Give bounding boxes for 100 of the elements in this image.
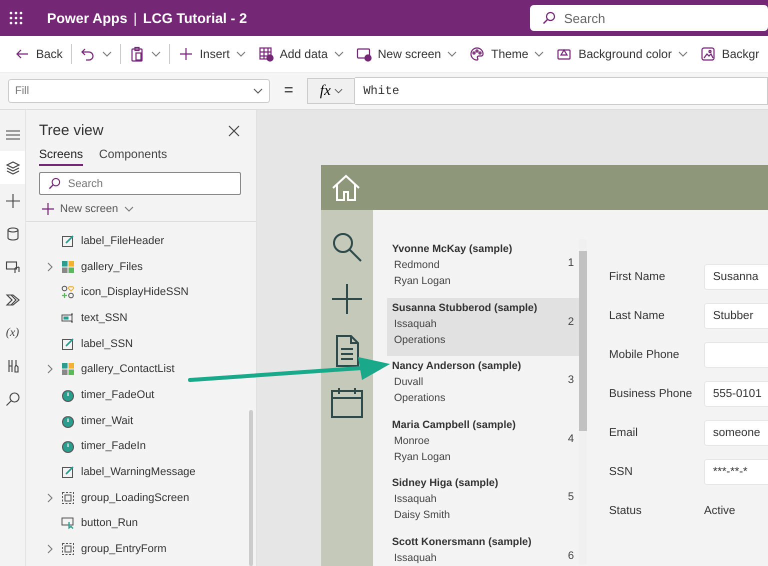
form-field[interactable]: Susanna <box>704 264 768 290</box>
form-label: Mobile Phone <box>609 348 680 360</box>
group-control-icon <box>61 542 75 556</box>
form-value: Active <box>704 504 736 516</box>
image-button[interactable]: Backgr <box>694 40 766 68</box>
chevron-down-icon <box>124 206 134 212</box>
timer-control-icon <box>61 414 75 428</box>
tree-item[interactable]: gallery_Files <box>26 254 256 280</box>
label-control-icon <box>61 234 75 248</box>
chevron-down-icon <box>150 51 161 57</box>
icon-control-icon <box>61 285 75 300</box>
paint-button[interactable]: Background color <box>550 40 694 68</box>
contact-name: Maria Campbell (sample) <box>392 418 517 431</box>
table-icon <box>258 46 274 62</box>
gallery-item[interactable]: Yvonne McKay (sample) Redmond Ryan Logan 1 <box>387 239 579 298</box>
chevron-down-icon <box>534 51 544 57</box>
tree-item[interactable]: label_FileHeader <box>26 228 256 254</box>
gallery-item[interactable]: Sidney Higa (sample) Issaquah Daisy Smith 5 <box>387 473 579 532</box>
gallery-item[interactable]: Maria Campbell (sample) Monroe Ryan Logan 4 <box>387 414 579 474</box>
form-field[interactable]: Stubber <box>704 302 768 328</box>
media-icon <box>4 258 20 274</box>
panel-tab[interactable]: Components <box>99 147 168 166</box>
form-label: First Name <box>609 270 666 282</box>
tree-item[interactable]: label_SSN <box>26 330 256 356</box>
chevron-right-icon[interactable] <box>47 492 53 503</box>
paste-icon <box>128 46 145 62</box>
label-control-icon <box>61 465 75 480</box>
search-icon <box>48 177 61 190</box>
contact-detail: Daisy Smith <box>393 509 452 522</box>
form-label: SSN <box>609 466 634 478</box>
property-dropdown[interactable]: Fill <box>8 79 270 103</box>
contact-detail: Operations <box>393 334 446 346</box>
tree-item[interactable]: timer_FadeIn <box>26 434 256 460</box>
tree-icon <box>4 160 20 176</box>
chevron-right-icon[interactable] <box>47 364 53 374</box>
image-icon <box>700 46 716 62</box>
title-separator: | <box>133 10 138 26</box>
button-control-icon <box>61 516 75 530</box>
contact-detail: Operations <box>393 392 446 404</box>
plus-icon[interactable] <box>330 282 364 316</box>
automate-icon <box>4 292 20 308</box>
tree-item[interactable]: button_Run <box>26 510 256 536</box>
close-icon[interactable] <box>228 124 240 136</box>
calendar-icon[interactable] <box>330 386 364 420</box>
form-field[interactable]: 555-0101 <box>704 380 768 406</box>
tree-item[interactable]: label_WarningMessage <box>26 459 256 485</box>
tree-item[interactable]: text_SSN <box>26 305 256 331</box>
app-title: Power Apps <box>47 10 128 26</box>
form-field[interactable]: someone <box>704 420 768 446</box>
back-button[interactable]: Back <box>8 40 69 68</box>
form-label: Business Phone <box>609 388 694 400</box>
contact-city: Redmond <box>393 259 441 271</box>
panel-tab[interactable]: Screens <box>39 147 84 166</box>
search-icon <box>4 390 20 406</box>
contact-city: Duvall <box>393 376 424 388</box>
contact-name: Scott Konersmann (sample) <box>392 536 532 548</box>
gallery-item[interactable]: Nancy Anderson (sample) Duvall Operations 3 <box>387 356 579 415</box>
form-field[interactable] <box>704 342 768 368</box>
contact-name: Sidney Higa (sample) <box>392 477 500 490</box>
new-screen-button[interactable]: New screen <box>26 195 134 221</box>
tree-item[interactable]: gallery_ContactList <box>26 356 256 382</box>
item-number: 6 <box>568 550 574 562</box>
plus-icon <box>4 192 20 208</box>
tree-item[interactable]: group_EntryForm <box>26 536 256 562</box>
table-button[interactable]: Add data <box>252 40 350 68</box>
form-label: Email <box>609 426 639 438</box>
palette-icon <box>469 46 486 62</box>
form-field[interactable]: ***-**-* <box>704 458 768 484</box>
chevron-down-icon <box>678 51 688 57</box>
gallery-control-icon <box>61 362 75 376</box>
chevron-right-icon[interactable] <box>47 544 53 554</box>
tree-item[interactable]: icon_DisplayHideSSN <box>26 279 256 306</box>
search-field[interactable]: Search <box>530 5 768 31</box>
gallery-item[interactable]: Scott Konersmann (sample) Issaquah 6 <box>387 532 579 566</box>
plus-icon <box>42 203 54 215</box>
item-number: 4 <box>568 432 574 445</box>
gallery-item[interactable]: Susanna Stubberod (sample) Issaquah Operations 2 <box>387 298 579 356</box>
contact-detail: Ryan Logan <box>393 275 452 287</box>
contact-city: Issaquah <box>393 493 438 506</box>
panel-title: Tree view <box>39 122 104 139</box>
home-icon[interactable] <box>331 174 361 202</box>
tree-item[interactable]: timer_Wait <box>26 408 256 434</box>
tree-item[interactable]: group_LoadingScreen <box>26 484 256 511</box>
group-control-icon <box>61 490 75 505</box>
tree-search-field[interactable]: Search <box>39 172 241 195</box>
text-control-icon <box>61 310 75 325</box>
formula-field[interactable]: White <box>355 77 768 105</box>
palette-button[interactable]: Theme <box>463 40 550 68</box>
search-icon[interactable] <box>330 230 364 264</box>
tree-item[interactable]: timer_FadeOut <box>26 382 256 408</box>
screen-button[interactable]: New screen <box>350 40 464 68</box>
plus-button[interactable]: Insert <box>172 40 252 68</box>
contact-city: Monroe <box>393 434 431 447</box>
chevron-right-icon[interactable] <box>47 262 53 272</box>
data-icon <box>4 226 20 242</box>
timer-control-icon <box>61 439 75 454</box>
app-launcher-icon[interactable] <box>9 11 23 25</box>
variables-rail-button[interactable]: (x) <box>0 316 25 349</box>
chevron-down-icon <box>447 51 458 57</box>
function-button[interactable]: fx <box>307 78 356 104</box>
